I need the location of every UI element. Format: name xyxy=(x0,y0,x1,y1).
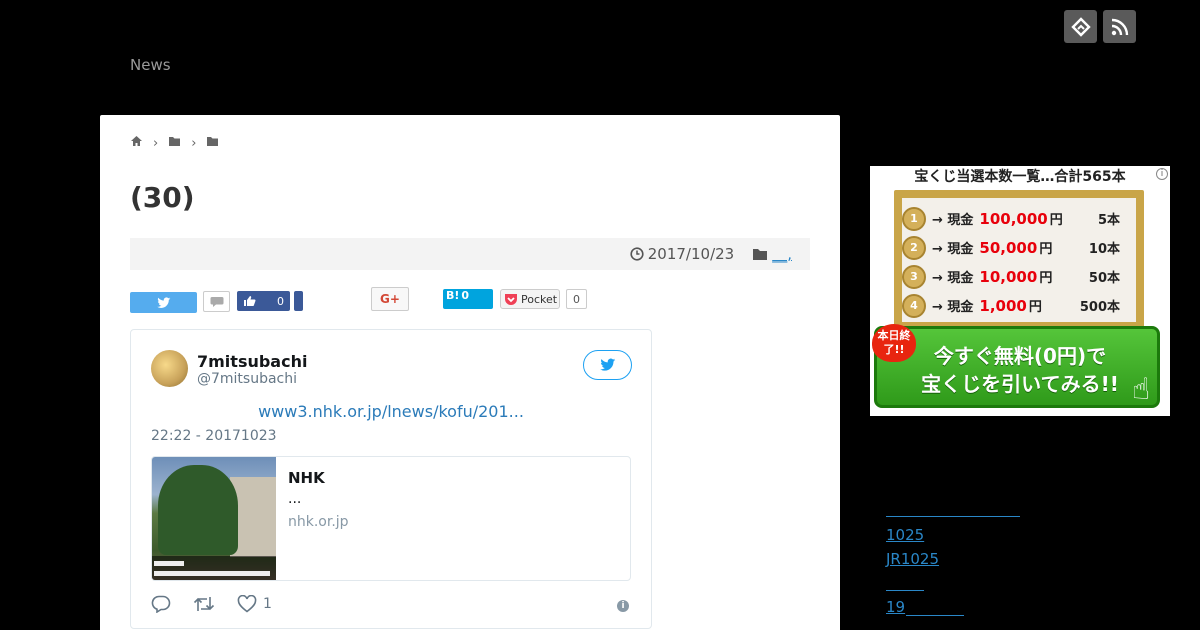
ad-info-icon[interactable]: i xyxy=(1156,168,1168,180)
post-category-link[interactable]: __, xyxy=(772,245,792,263)
tweet-link[interactable]: www3.nhk.or.jp/lnews/kofu/201... xyxy=(131,402,651,421)
ad-prize-prefix: → 現金 xyxy=(932,242,974,257)
clock-icon xyxy=(630,247,644,261)
ad-prize-prefix: → 現金 xyxy=(932,271,974,286)
folder-icon xyxy=(753,248,768,260)
folder-icon[interactable] xyxy=(168,136,181,151)
thumbs-up-icon xyxy=(244,296,256,306)
home-icon[interactable] xyxy=(130,135,143,151)
pocket-label: Pocket xyxy=(521,292,558,306)
ad-prize-suffix: 円 xyxy=(1028,300,1042,315)
post-date: 2017/10/23 xyxy=(630,245,734,263)
comment-icon xyxy=(210,296,223,307)
ad-prize-row: 2 → 現金 50,000 円 10本 xyxy=(902,233,1142,262)
top-icon-group xyxy=(1064,10,1136,43)
post-date-text: 2017/10/23 xyxy=(647,245,735,263)
ad-prize-prefix: → 現金 xyxy=(932,213,974,228)
tweet-link-card[interactable]: NHK ... nhk.or.jp xyxy=(151,456,631,581)
sidebar-link[interactable]: 1025 xyxy=(886,526,924,544)
chevron-right-icon: › xyxy=(191,135,197,151)
ad-prize-row: 3 → 現金 10,000 円 50本 xyxy=(902,262,1142,291)
page-title: (30) xyxy=(130,181,195,214)
ad-prize-list: 1 → 現金 100,000 円 5本 2 → 現金 50,000 円 10本 … xyxy=(902,204,1142,320)
ad-cta-line2: 宝くじを引いてみる!! xyxy=(921,372,1119,396)
tweet-author-name[interactable]: 7mitsubachi xyxy=(197,352,307,371)
ad-rank-badge: 3 xyxy=(902,264,926,289)
sidebar-link-underline xyxy=(906,615,964,616)
heart-icon xyxy=(237,595,257,613)
ad-prize-suffix: 円 xyxy=(1039,242,1053,257)
ad-prize-amount: 50,000 xyxy=(979,238,1038,257)
facebook-like-button[interactable]: 0 xyxy=(237,291,290,311)
twitter-bird-icon xyxy=(599,358,615,371)
ad-prize-count: 5本 xyxy=(1097,213,1120,228)
sidebar-link-underline xyxy=(886,590,924,591)
ad-prize-suffix: 円 xyxy=(1039,271,1053,286)
twitter-comment-count[interactable] xyxy=(203,291,230,312)
ad-headline: 宝くじ当選本数一覧…合計565本 xyxy=(914,169,1126,185)
ad-prize-row: 4 → 現金 1,000 円 500本 xyxy=(902,291,1142,320)
like-button[interactable]: 1 xyxy=(237,595,272,613)
like-count: 1 xyxy=(263,596,272,612)
article-container: › › (30) 2017/10/23 __, 0 G+ B! 0 Pocket… xyxy=(100,115,840,630)
hand-pointer-icon: ☝ xyxy=(1132,372,1151,407)
pocket-button[interactable]: Pocket xyxy=(500,289,560,309)
post-category: __, xyxy=(752,245,792,263)
facebook-share-extra[interactable] xyxy=(294,291,303,311)
tweet-card-domain: nhk.or.jp xyxy=(288,514,349,530)
twitter-bird-icon xyxy=(156,296,170,308)
tweet-follow-button[interactable] xyxy=(583,350,632,380)
facebook-count: 0 xyxy=(277,294,284,308)
reply-icon xyxy=(151,595,171,613)
ad-rank-badge: 4 xyxy=(902,293,926,318)
pocket-icon xyxy=(505,293,517,305)
ad-prize-row: 1 → 現金 100,000 円 5本 xyxy=(902,204,1142,233)
ad-prize-count: 10本 xyxy=(1088,242,1120,257)
ad-prize-count: 50本 xyxy=(1088,271,1120,286)
ad-rank-badge: 1 xyxy=(902,206,926,231)
tweet-author-handle[interactable]: @7mitsubachi xyxy=(197,371,297,387)
breadcrumb: › › xyxy=(130,135,219,151)
info-icon[interactable]: i xyxy=(617,600,629,612)
ad-prize-prefix: → 現金 xyxy=(932,300,974,315)
pocket-count: 0 xyxy=(566,289,587,309)
rss-icon[interactable] xyxy=(1103,10,1136,43)
google-plus-button[interactable]: G+ xyxy=(371,287,409,311)
ad-prize-amount: 100,000 xyxy=(979,209,1048,228)
sidebar-link[interactable]: 19 xyxy=(886,598,905,616)
tweet-card-title: NHK xyxy=(288,469,325,487)
tweet-actions: 1 xyxy=(151,595,294,613)
sidebar-link[interactable]: JR1025 xyxy=(886,550,939,568)
hatena-count: 0 xyxy=(461,289,470,302)
ad-prize-suffix: 円 xyxy=(1049,213,1063,228)
ad-prize-amount: 1,000 xyxy=(979,296,1027,315)
sidebar-link-underline xyxy=(886,516,1020,517)
tweet-card-description: ... xyxy=(288,491,302,507)
twitter-share-button[interactable] xyxy=(130,292,197,313)
ad-prize-count: 500本 xyxy=(1079,300,1120,315)
chevron-right-icon: › xyxy=(153,135,159,151)
hatena-bookmark-button[interactable]: B! 0 xyxy=(443,289,493,309)
hatena-label: B! xyxy=(446,289,460,302)
tweet-card-image xyxy=(152,457,276,580)
sidebar-ad[interactable]: 宝くじ当選本数一覧…合計565本 i 1 → 現金 100,000 円 5本 2… xyxy=(870,166,1170,416)
embedded-tweet[interactable]: 7mitsubachi @7mitsubachi www3.nhk.or.jp/… xyxy=(130,329,652,629)
reply-button[interactable] xyxy=(151,595,171,613)
folder-icon[interactable] xyxy=(206,136,219,151)
ad-cta-line1: 今すぐ無料(0円)で xyxy=(933,344,1107,368)
tweet-avatar[interactable] xyxy=(151,350,188,387)
retweet-button[interactable] xyxy=(193,595,215,613)
feedly-icon[interactable] xyxy=(1064,10,1097,43)
retweet-icon xyxy=(193,597,215,611)
tweet-timestamp[interactable]: 22:22 - 20171023 xyxy=(151,428,277,444)
ad-prize-amount: 10,000 xyxy=(979,267,1038,286)
ad-rank-badge: 2 xyxy=(902,235,926,260)
post-meta: 2017/10/23 __, xyxy=(130,238,810,270)
site-title[interactable]: News xyxy=(130,56,171,74)
